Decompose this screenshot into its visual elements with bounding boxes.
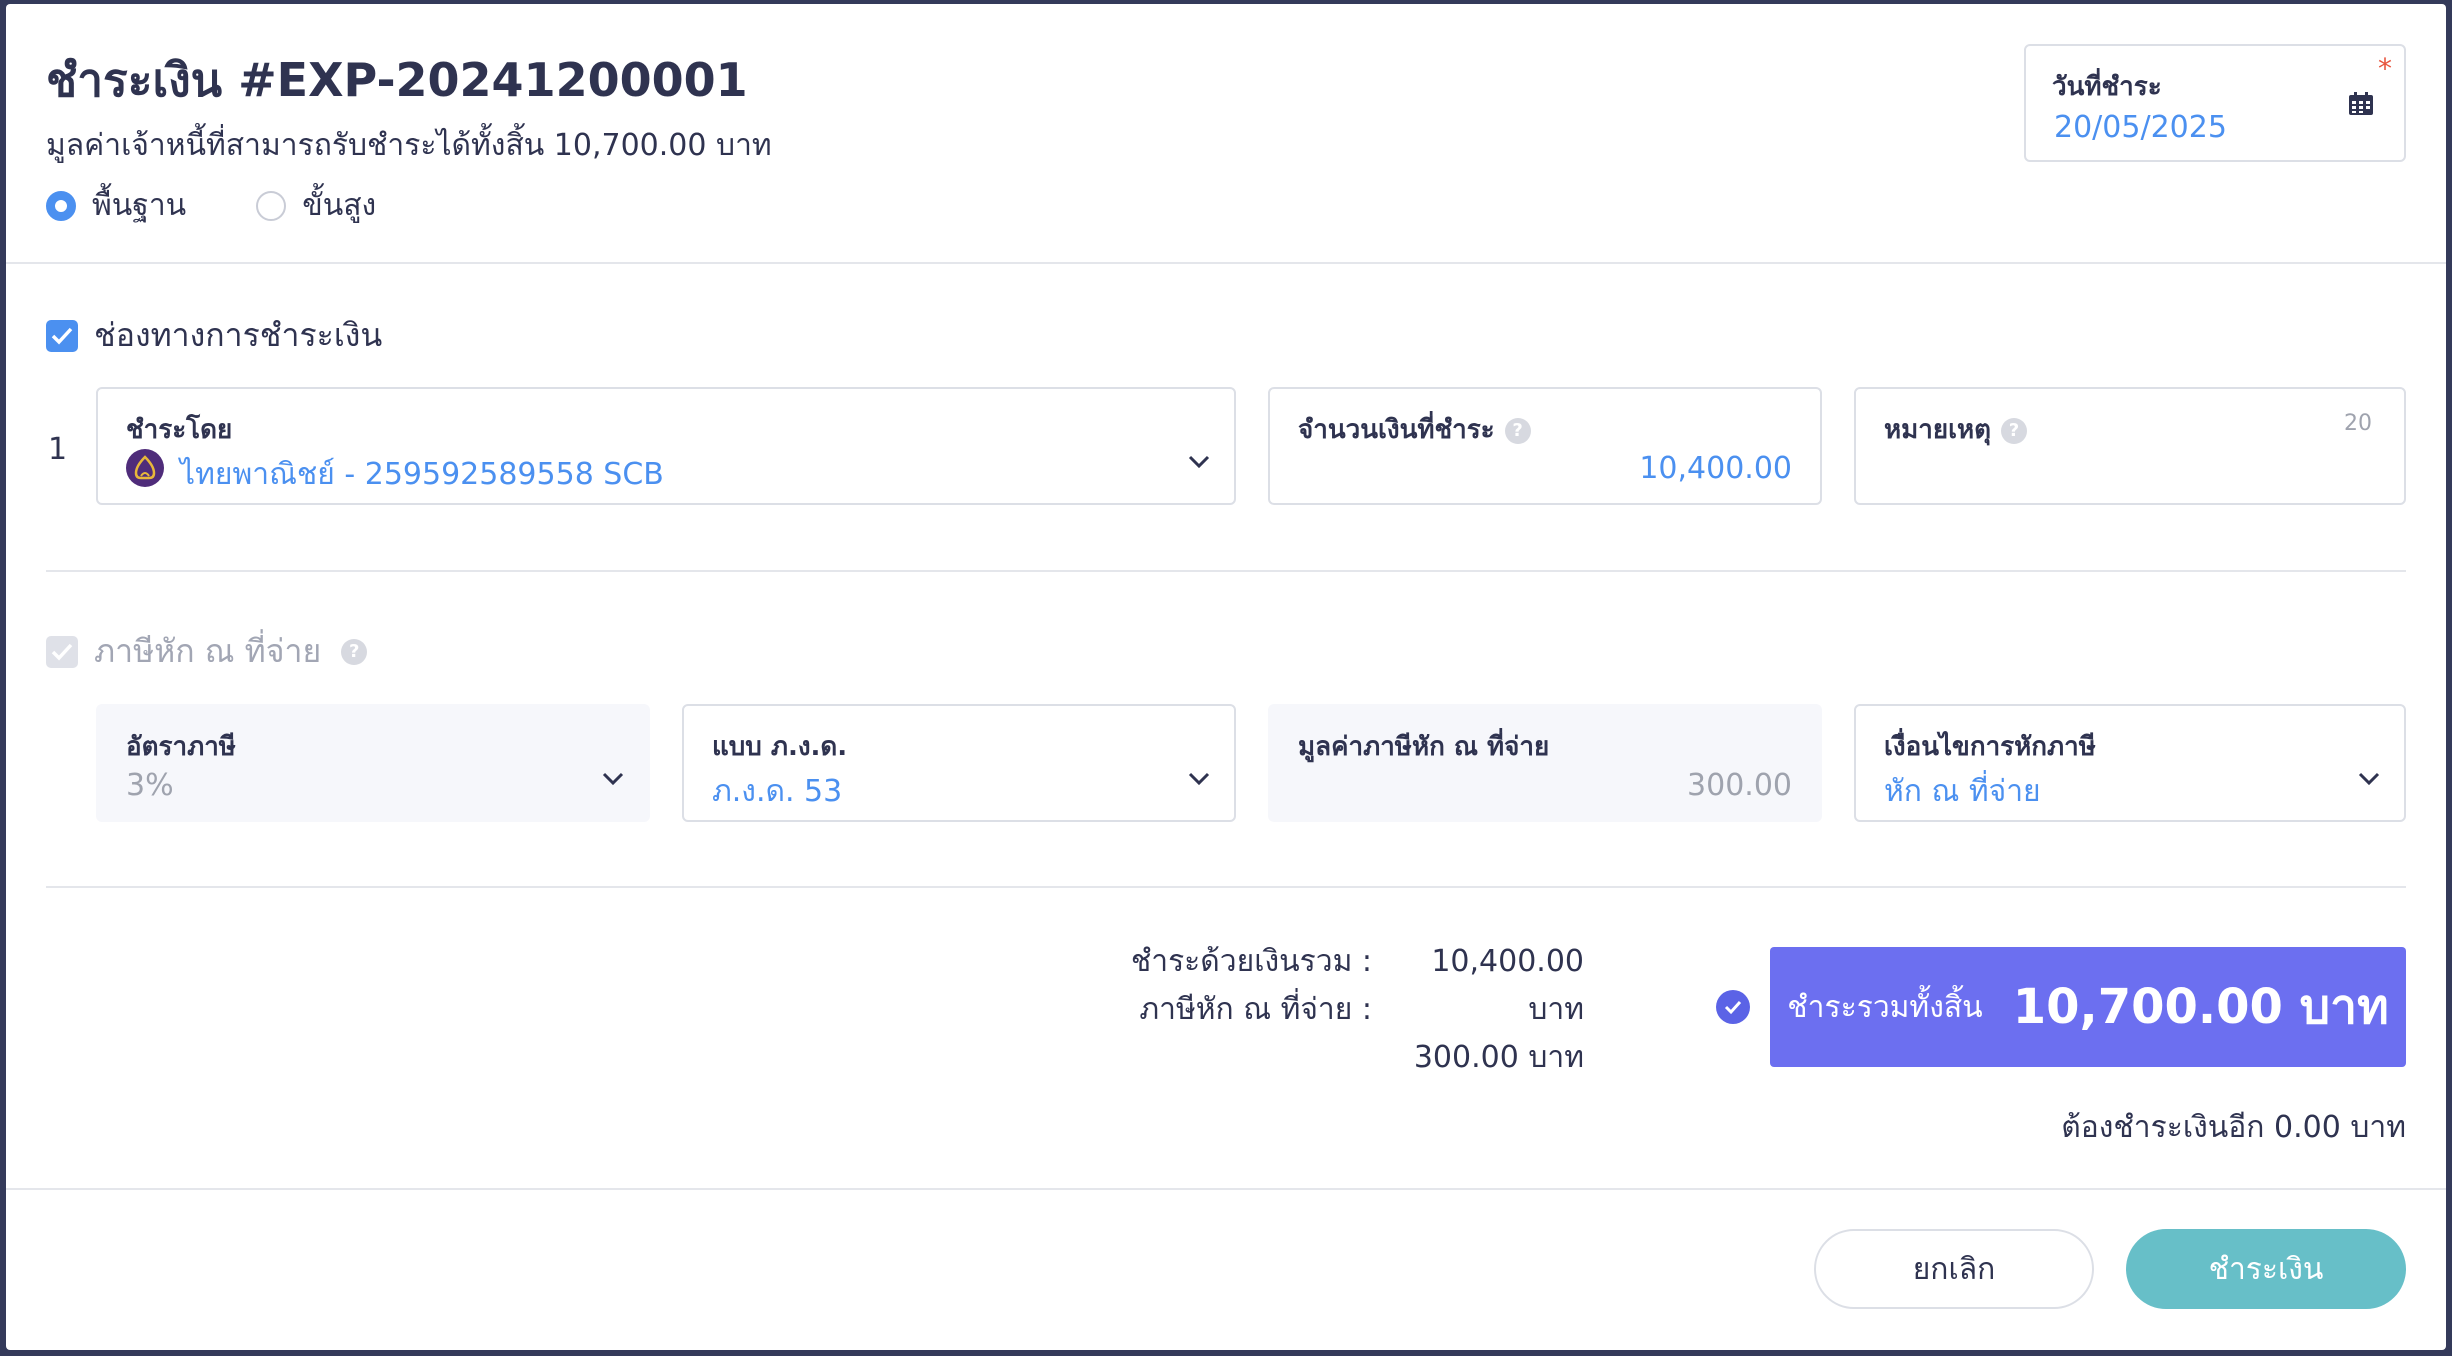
amount-label: จำนวนเงินที่ชำระ? xyxy=(1298,409,1531,450)
amount-value[interactable]: 10,400.00 xyxy=(1639,451,1792,486)
payment-channel-label: ช่องทางการชำระเงิน xyxy=(94,316,383,354)
tax-rate-label: อัตราภาษี xyxy=(126,732,236,762)
tax-rate-value: 3% xyxy=(126,768,174,803)
tax-total-value: 300.00 บาท xyxy=(1413,1040,1584,1075)
withholding-tax-label: ภาษีหัก ณ ที่จ่าย xyxy=(94,632,322,670)
check-icon xyxy=(51,327,73,345)
check-icon xyxy=(51,643,73,661)
chevron-down-icon[interactable] xyxy=(1188,772,1210,786)
tax-form-value: ภ.ง.ด. 53 xyxy=(712,774,843,809)
payment-date-label: วันที่ชำระ xyxy=(2052,72,2162,102)
pay-by-label: ชำระโดย xyxy=(126,415,233,445)
header-divider xyxy=(6,262,2446,264)
tax-condition-value: หัก ณ ที่จ่าย xyxy=(1884,774,2041,809)
tax-rate-select[interactable]: อัตราภาษี 3% xyxy=(96,704,650,822)
scb-bank-logo-icon xyxy=(126,449,164,487)
payment-dialog: ชำระเงิน #EXP-20241200001 มูลค่าเจ้าหนี้… xyxy=(6,4,2446,1350)
radio-basic-label: พื้นฐาน xyxy=(92,188,187,223)
summary-labels: ชำระด้วยเงินรวม : ภาษีหัก ณ ที่จ่าย : xyxy=(1106,938,1372,1034)
chevron-down-icon[interactable] xyxy=(602,772,624,786)
note-label: หมายเหตุ? xyxy=(1884,409,2028,450)
payment-date-field[interactable]: วันที่ชำระ 20/05/2025 * xyxy=(2024,44,2406,162)
help-icon[interactable]: ? xyxy=(341,638,368,665)
chevron-down-icon[interactable] xyxy=(2358,772,2380,786)
tax-form-select[interactable]: แบบ ภ.ง.ด. ภ.ง.ด. 53 xyxy=(682,704,1236,822)
cancel-button[interactable]: ยกเลิก xyxy=(1814,1229,2094,1309)
radio-basic-indicator[interactable] xyxy=(46,190,76,221)
withholding-tax-section: ภาษีหัก ณ ที่จ่าย ? xyxy=(46,626,368,677)
help-icon[interactable]: ? xyxy=(1504,417,1531,444)
tax-condition-select[interactable]: เงื่อนไขการหักภาษี หัก ณ ที่จ่าย xyxy=(1854,704,2406,822)
tax-amount-field: มูลค่าภาษีหัก ณ ที่จ่าย 300.00 xyxy=(1268,704,1822,822)
payable-amount-text: มูลค่าเจ้าหนี้ที่สามารถรับชำระได้ทั้งสิ้… xyxy=(46,128,772,163)
section-divider xyxy=(46,886,2406,888)
row-number: 1 xyxy=(48,432,68,467)
paid-total-label: ชำระด้วยเงินรวม : xyxy=(1130,944,1372,979)
footer-divider xyxy=(6,1188,2446,1190)
payment-channel-checkbox[interactable] xyxy=(46,319,78,352)
pay-by-select[interactable]: ชำระโดย ไทยพาณิชย์ - 259592589558 SCB xyxy=(96,387,1236,505)
tax-total-label: ภาษีหัก ณ ที่จ่าย : xyxy=(1139,992,1372,1027)
chevron-down-icon[interactable] xyxy=(1188,455,1210,469)
note-field[interactable]: หมายเหตุ? 20 xyxy=(1854,387,2406,505)
payment-channel-section: ช่องทางการชำระเงิน xyxy=(46,310,382,361)
help-icon[interactable]: ? xyxy=(2001,417,2028,444)
note-char-counter: 20 xyxy=(2344,411,2372,436)
pay-button[interactable]: ชำระเงิน xyxy=(2126,1229,2406,1309)
tax-amount-label: มูลค่าภาษีหัก ณ ที่จ่าย xyxy=(1298,732,1550,762)
paid-total-value: 10,400.00 บาท xyxy=(1431,944,1584,1027)
page-title: ชำระเงิน #EXP-20241200001 xyxy=(46,53,748,107)
withholding-tax-checkbox[interactable] xyxy=(46,635,78,668)
amount-field[interactable]: จำนวนเงินที่ชำระ? 10,400.00 xyxy=(1268,387,1822,505)
required-mark: * xyxy=(2378,52,2392,85)
tax-condition-label: เงื่อนไขการหักภาษี xyxy=(1884,732,2096,762)
check-circle-icon xyxy=(1716,990,1750,1024)
summary-values: 10,400.00 บาท 300.00 บาท xyxy=(1378,938,1584,1082)
mode-radio-group: พื้นฐาน ขั้นสูง xyxy=(46,182,376,229)
calendar-icon[interactable] xyxy=(2348,92,2374,116)
grand-total-box: ชำระรวมทั้งสิ้น 10,700.00 บาท xyxy=(1770,947,2406,1067)
grand-total-label: ชำระรวมทั้งสิ้น xyxy=(1787,989,1983,1025)
radio-advanced[interactable]: ขั้นสูง xyxy=(256,182,376,229)
tax-form-label: แบบ ภ.ง.ด. xyxy=(712,732,848,762)
grand-total-value: 10,700.00 บาท xyxy=(2012,979,2389,1035)
radio-advanced-label: ขั้นสูง xyxy=(302,188,377,223)
payment-date-value[interactable]: 20/05/2025 xyxy=(2054,110,2227,145)
tax-amount-value: 300.00 xyxy=(1687,768,1792,803)
radio-basic[interactable]: พื้นฐาน xyxy=(46,182,186,229)
remaining-amount-text: ต้องชำระเงินอีก 0.00 บาท xyxy=(2061,1110,2406,1145)
radio-advanced-indicator[interactable] xyxy=(256,190,287,221)
section-divider xyxy=(46,570,2406,572)
pay-by-value: ไทยพาณิชย์ - 259592589558 SCB xyxy=(180,457,664,492)
